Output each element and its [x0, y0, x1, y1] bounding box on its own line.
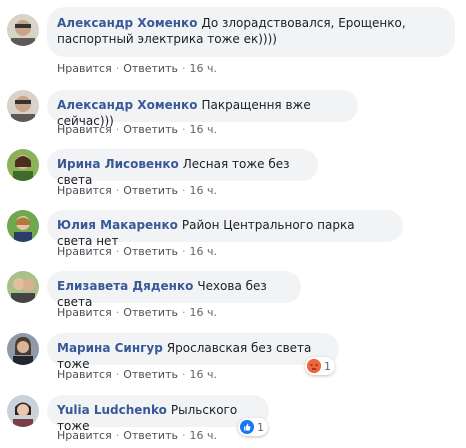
reply-link[interactable]: Ответить	[123, 245, 178, 258]
comment-author[interactable]: Елизавета Дяденко	[57, 279, 193, 293]
reply-link[interactable]: Ответить	[123, 306, 178, 319]
like-link[interactable]: Нравится	[57, 62, 112, 75]
like-link[interactable]: Нравится	[57, 184, 112, 197]
comment-bubble: Елизавета Дяденко Чехова без света	[47, 271, 301, 309]
comment-actions: Нравится · Ответить · 16 ч.	[57, 245, 217, 258]
reaction-count[interactable]: 1	[305, 357, 335, 375]
comment-bubble: Юлия Макаренко Район Центрального парка с…	[47, 210, 403, 248]
timestamp[interactable]: 16 ч.	[189, 62, 217, 75]
like-reaction-icon	[240, 420, 254, 434]
avatar[interactable]	[7, 210, 39, 242]
comment-bubble: Александр Хоменко До злорадствовался, Еро…	[47, 7, 455, 57]
avatar[interactable]	[7, 333, 39, 365]
reaction-count[interactable]: 1	[238, 418, 268, 436]
timestamp[interactable]: 16 ч.	[189, 123, 217, 136]
timestamp[interactable]: 16 ч.	[189, 245, 217, 258]
comment-actions: Нравится · Ответить · 16 ч.	[57, 62, 217, 75]
comment-actions: Нравится · Ответить · 16 ч.	[57, 184, 217, 197]
comment-author[interactable]: Александр Хоменко	[57, 16, 197, 30]
comment-actions: Нравится · Ответить · 16 ч.	[57, 306, 217, 319]
comment-author[interactable]: Юлия Макаренко	[57, 218, 178, 232]
timestamp[interactable]: 16 ч.	[189, 368, 217, 381]
comment-author[interactable]: Ирина Лисовенко	[57, 157, 179, 171]
reply-link[interactable]: Ответить	[123, 62, 178, 75]
reaction-count-value: 1	[257, 420, 264, 434]
reaction-count-value: 1	[324, 359, 331, 373]
like-link[interactable]: Нравится	[57, 306, 112, 319]
avatar[interactable]	[7, 14, 39, 46]
angry-reaction-icon	[307, 359, 321, 373]
avatar[interactable]	[7, 90, 39, 122]
comment-bubble: Александр Хоменко Пакращення вже сейчас))…	[47, 90, 358, 128]
reply-link[interactable]: Ответить	[123, 184, 178, 197]
comment-text: паспортный электрика тоже ек))))	[57, 32, 277, 46]
reply-link[interactable]: Ответить	[123, 123, 178, 136]
comment-bubble: Ирина Лисовенко Лесная тоже без света	[47, 149, 318, 187]
reply-link[interactable]: Ответить	[123, 368, 178, 381]
comment-author[interactable]: Марина Сингур	[57, 341, 163, 355]
comment-actions: Нравится · Ответить · 16 ч.	[57, 368, 217, 381]
timestamp[interactable]: 16 ч.	[189, 429, 217, 442]
comment-bubble: Yulia Ludchenko Рыльского тоже	[47, 395, 269, 433]
like-link[interactable]: Нравится	[57, 245, 112, 258]
like-link[interactable]: Нравится	[57, 123, 112, 136]
comment-bubble: Марина Сингур Ярославская без света тоже	[47, 333, 339, 371]
reply-link[interactable]: Ответить	[123, 429, 178, 442]
avatar[interactable]	[7, 149, 39, 181]
timestamp[interactable]: 16 ч.	[189, 306, 217, 319]
comment-actions: Нравится · Ответить · 16 ч.	[57, 429, 217, 442]
comment-actions: Нравится · Ответить · 16 ч.	[57, 123, 217, 136]
like-link[interactable]: Нравится	[57, 429, 112, 442]
avatar[interactable]	[7, 271, 39, 303]
avatar[interactable]	[7, 395, 39, 427]
like-link[interactable]: Нравится	[57, 368, 112, 381]
comment-author[interactable]: Александр Хоменко	[57, 98, 197, 112]
timestamp[interactable]: 16 ч.	[189, 184, 217, 197]
comment-text: До злорадствовался, Ерощенко,	[201, 16, 406, 30]
comment-author[interactable]: Yulia Ludchenko	[57, 403, 167, 417]
